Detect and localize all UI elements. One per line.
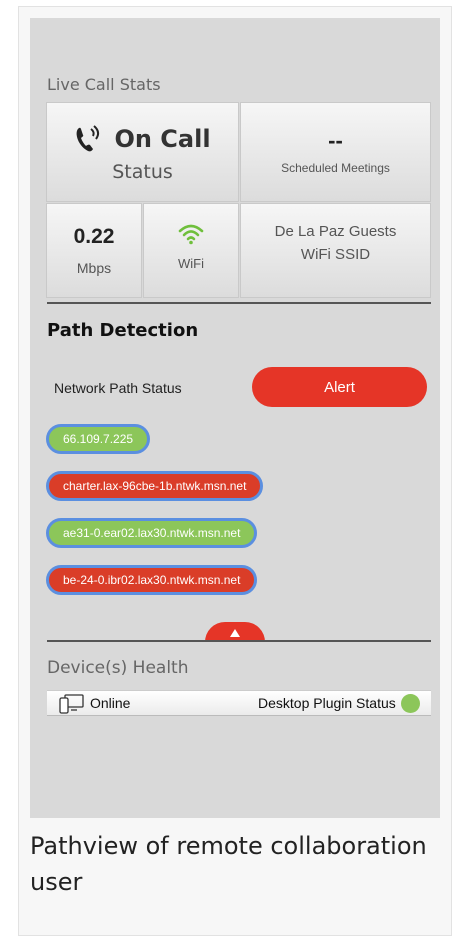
scheduled-meetings-label: Scheduled Meetings bbox=[281, 161, 390, 175]
hop-item[interactable]: be-24-0.ibr02.lax30.ntwk.msn.net bbox=[46, 565, 258, 595]
bandwidth-value: 0.22 bbox=[73, 225, 115, 248]
call-status-value: On Call bbox=[114, 125, 211, 153]
hop-item[interactable]: 66.109.7.225 bbox=[46, 424, 151, 454]
status-label: Status bbox=[112, 161, 173, 183]
hop-item[interactable]: charter.lax-96cbe-1b.ntwk.msn.net bbox=[46, 471, 264, 501]
section-divider bbox=[47, 302, 431, 304]
collapse-toggle[interactable] bbox=[205, 622, 265, 642]
alert-button[interactable]: Alert bbox=[252, 367, 427, 407]
device-status-label: Online bbox=[90, 695, 131, 711]
hop-item[interactable]: ae31-0.ear02.lax30.ntwk.msn.net bbox=[46, 518, 258, 548]
triangle-up-icon bbox=[230, 629, 240, 637]
live-call-stats-title: Live Call Stats bbox=[47, 75, 161, 94]
bandwidth-unit: Mbps bbox=[76, 260, 112, 276]
network-path-status-label: Network Path Status bbox=[54, 380, 182, 396]
wifi-tile[interactable]: WiFi bbox=[143, 203, 239, 298]
pathview-panel: Live Call Stats On Call Status -- Schedu… bbox=[30, 18, 440, 818]
plugin-status-indicator bbox=[401, 694, 420, 713]
devices-icon bbox=[59, 694, 84, 714]
section-divider bbox=[47, 640, 431, 642]
call-status-tile[interactable]: On Call Status bbox=[46, 102, 239, 202]
scheduled-meetings-value: -- bbox=[328, 128, 343, 153]
ssid-name: De La Paz Guests bbox=[274, 223, 397, 240]
bandwidth-tile[interactable]: 0.22 Mbps bbox=[46, 203, 142, 298]
ssid-label: WiFi SSID bbox=[300, 246, 371, 263]
device-health-bar[interactable]: Online Desktop Plugin Status bbox=[47, 690, 431, 716]
plugin-status-label: Desktop Plugin Status bbox=[258, 695, 396, 711]
scheduled-meetings-tile[interactable]: -- Scheduled Meetings bbox=[240, 102, 431, 202]
ssid-tile[interactable]: De La Paz Guests WiFi SSID bbox=[240, 203, 431, 298]
wifi-icon bbox=[178, 224, 204, 245]
connection-type-label: WiFi bbox=[178, 256, 204, 271]
phone-call-icon bbox=[77, 125, 100, 152]
figure-caption: Pathview of remote collaboration user bbox=[30, 832, 427, 896]
path-detection-title: Path Detection bbox=[47, 320, 199, 341]
device-health-title: Device(s) Health bbox=[47, 658, 189, 678]
